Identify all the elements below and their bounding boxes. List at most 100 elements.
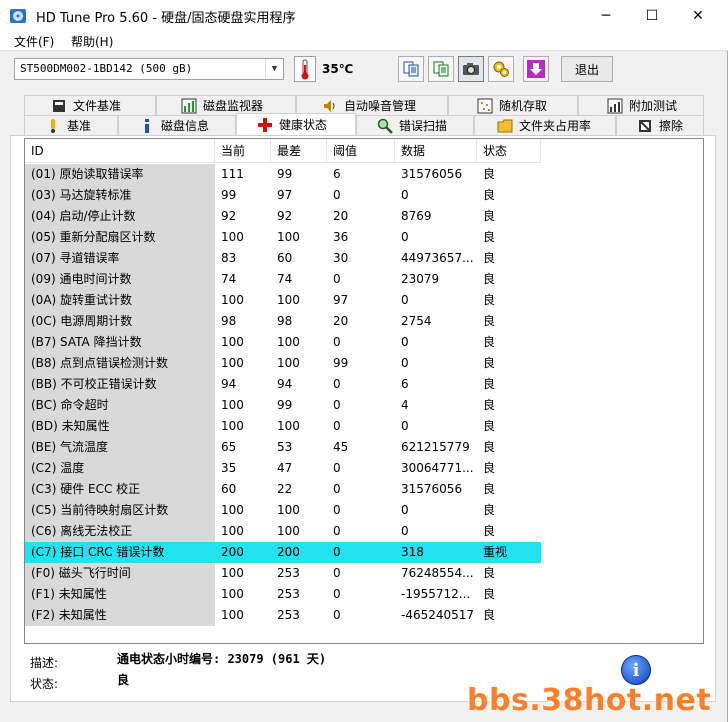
tab-label: 附加测试 xyxy=(629,99,678,113)
table-row[interactable]: (C5) 当前待映射扇区计数 100 100 0 0 良 xyxy=(25,500,541,521)
tab-label: 基准 xyxy=(67,119,92,133)
tab-error-scan[interactable]: 错误扫描 xyxy=(356,115,474,135)
table-row[interactable]: (C7) 接口 CRC 错误计数 200 200 0 318 重视 xyxy=(25,542,541,563)
tab-label: 错误扫描 xyxy=(399,119,448,133)
cell-threshold: 0 xyxy=(333,272,341,286)
options-button[interactable] xyxy=(488,56,514,82)
cell-status: 良 xyxy=(483,524,496,538)
cell-status: 良 xyxy=(483,461,496,475)
maximize-icon: ☐ xyxy=(645,7,659,24)
table-row[interactable]: (F1) 未知属性 100 253 0 -1955712... 良 xyxy=(25,584,541,605)
cell-threshold: 0 xyxy=(333,335,341,349)
cell-id: (03) 马达旋转标准 xyxy=(25,185,215,206)
table-row[interactable]: (C2) 温度 35 47 0 30064771... 良 xyxy=(25,458,541,479)
cell-data: -465240517 xyxy=(401,608,475,622)
info-circle-icon[interactable]: i xyxy=(621,655,651,685)
table-row[interactable]: (03) 马达旋转标准 99 97 0 0 良 xyxy=(25,185,541,206)
table-row[interactable]: (04) 启动/停止计数 92 92 20 8769 良 xyxy=(25,206,541,227)
smart-table[interactable]: ID 当前 最差 阈值 数据 状态 (01) 原始读取错误率 111 99 6 3157… xyxy=(24,138,704,644)
cell-id: (C3) 硬件 ECC 校正 xyxy=(25,479,215,500)
table-row[interactable]: (05) 重新分配扇区计数 100 100 36 0 良 xyxy=(25,227,541,248)
cell-current: 100 xyxy=(221,398,244,412)
minimize-button[interactable]: ─ xyxy=(583,0,629,31)
maximize-button[interactable]: ☐ xyxy=(629,0,675,31)
tab-erase[interactable]: 擦除 xyxy=(616,115,704,135)
column-header-status[interactable]: 状态 xyxy=(477,139,541,163)
cell-status: 良 xyxy=(483,209,496,223)
column-header-data[interactable]: 数据 xyxy=(395,139,477,163)
cell-worst: 100 xyxy=(277,524,300,538)
description-label: 描述: xyxy=(30,656,59,670)
table-row[interactable]: (BE) 气流温度 65 53 45 621215779 良 xyxy=(25,437,541,458)
cell-threshold: 97 xyxy=(333,293,349,307)
table-row[interactable]: (09) 通电时间计数 74 74 0 23079 良 xyxy=(25,269,541,290)
table-row[interactable]: (BB) 不可校正错误计数 94 94 0 6 良 xyxy=(25,374,541,395)
cell-id: (F0) 磁头飞行时间 xyxy=(25,563,215,584)
cell-id: (BC) 命令超时 xyxy=(25,395,215,416)
tab-disk-info[interactable]: 磁盘信息 xyxy=(118,115,236,135)
cell-current: 83 xyxy=(221,251,237,265)
table-row[interactable]: (BD) 未知属性 100 100 0 0 良 xyxy=(25,416,541,437)
column-header-current[interactable]: 当前 xyxy=(215,139,271,163)
cell-worst: 253 xyxy=(277,608,300,622)
table-row[interactable]: (01) 原始读取错误率 111 99 6 31576056 良 xyxy=(25,164,541,185)
cell-threshold: 20 xyxy=(333,209,349,223)
menu-file[interactable]: 文件(F) xyxy=(14,33,54,50)
status-value: 良 xyxy=(117,673,130,687)
table-row[interactable]: (F2) 未知属性 100 253 0 -465240517 良 xyxy=(25,605,541,626)
copy-all-icon xyxy=(433,61,449,77)
cell-data: 6 xyxy=(401,377,409,391)
copy-text-button[interactable] xyxy=(398,56,424,82)
cell-worst: 99 xyxy=(277,398,293,412)
tab-extra-tests[interactable]: 附加测试 xyxy=(578,95,704,115)
tab-folder-usage[interactable]: 文件夹占用率 xyxy=(474,115,616,135)
menu-help[interactable]: 帮助(H) xyxy=(71,33,113,50)
table-row[interactable]: (0C) 电源周期计数 98 98 20 2754 良 xyxy=(25,311,541,332)
tab-benchmark[interactable]: 基准 xyxy=(24,115,118,135)
gears-icon xyxy=(493,61,509,77)
table-row[interactable]: (B8) 点到点错误检测计数 100 100 99 0 良 xyxy=(25,353,541,374)
table-row[interactable]: (0A) 旋转重试计数 100 100 97 0 良 xyxy=(25,290,541,311)
tab-health[interactable]: 健康状态 xyxy=(236,113,356,135)
tab-disk-monitor[interactable]: 磁盘监视器 xyxy=(156,95,296,115)
tab-label: 文件夹占用率 xyxy=(519,119,592,133)
column-header-worst[interactable]: 最差 xyxy=(271,139,327,163)
cell-current: 60 xyxy=(221,482,237,496)
cell-worst: 100 xyxy=(277,503,300,517)
table-row[interactable]: (F0) 磁头飞行时间 100 253 0 76248554... 良 xyxy=(25,563,541,584)
cell-worst: 94 xyxy=(277,377,293,391)
column-header-threshold[interactable]: 阈值 xyxy=(327,139,395,163)
temperature-readout: 35℃ xyxy=(322,62,354,76)
tab-random-access[interactable]: 随机存取 xyxy=(448,95,578,115)
copy-all-button[interactable] xyxy=(428,56,454,82)
app-icon xyxy=(10,9,26,23)
cell-current: 100 xyxy=(221,335,244,349)
cell-id: (F2) 未知属性 xyxy=(25,605,215,626)
table-row[interactable]: (07) 寻道错误率 83 60 30 44973657... 良 xyxy=(25,248,541,269)
erase-icon xyxy=(639,119,651,132)
cell-current: 35 xyxy=(221,461,237,475)
cell-threshold: 0 xyxy=(333,482,341,496)
table-row[interactable]: (C3) 硬件 ECC 校正 60 22 0 31576056 良 xyxy=(25,479,541,500)
close-button[interactable]: ✕ xyxy=(675,0,721,31)
save-button[interactable] xyxy=(523,56,549,82)
watermark: bbs.38hot.net xyxy=(467,683,712,718)
table-row[interactable]: (B7) SATA 降挡计数 100 100 0 0 良 xyxy=(25,332,541,353)
tab-noise-management[interactable]: 自动噪音管理 xyxy=(296,95,448,115)
cell-data: 4 xyxy=(401,398,409,412)
cell-worst: 253 xyxy=(277,587,300,601)
cell-threshold: 45 xyxy=(333,440,349,454)
cell-id: (01) 原始读取错误率 xyxy=(25,164,215,185)
tab-file-benchmark[interactable]: 文件基准 xyxy=(24,95,156,115)
table-row[interactable]: (C6) 离线无法校正 100 100 0 0 良 xyxy=(25,521,541,542)
cell-threshold: 6 xyxy=(333,167,341,181)
column-header-id[interactable]: ID xyxy=(25,139,215,163)
cell-status: 良 xyxy=(483,188,496,202)
cell-id: (07) 寻道错误率 xyxy=(25,248,215,269)
screenshot-button[interactable] xyxy=(458,56,484,82)
cell-data: 31576056 xyxy=(401,167,463,181)
cell-status: 良 xyxy=(483,419,496,433)
drive-select[interactable]: ST500DM002-1BD142 (500 gB) ▼ xyxy=(14,58,284,80)
table-row[interactable]: (BC) 命令超时 100 99 0 4 良 xyxy=(25,395,541,416)
exit-button[interactable]: 退出 xyxy=(561,56,613,82)
